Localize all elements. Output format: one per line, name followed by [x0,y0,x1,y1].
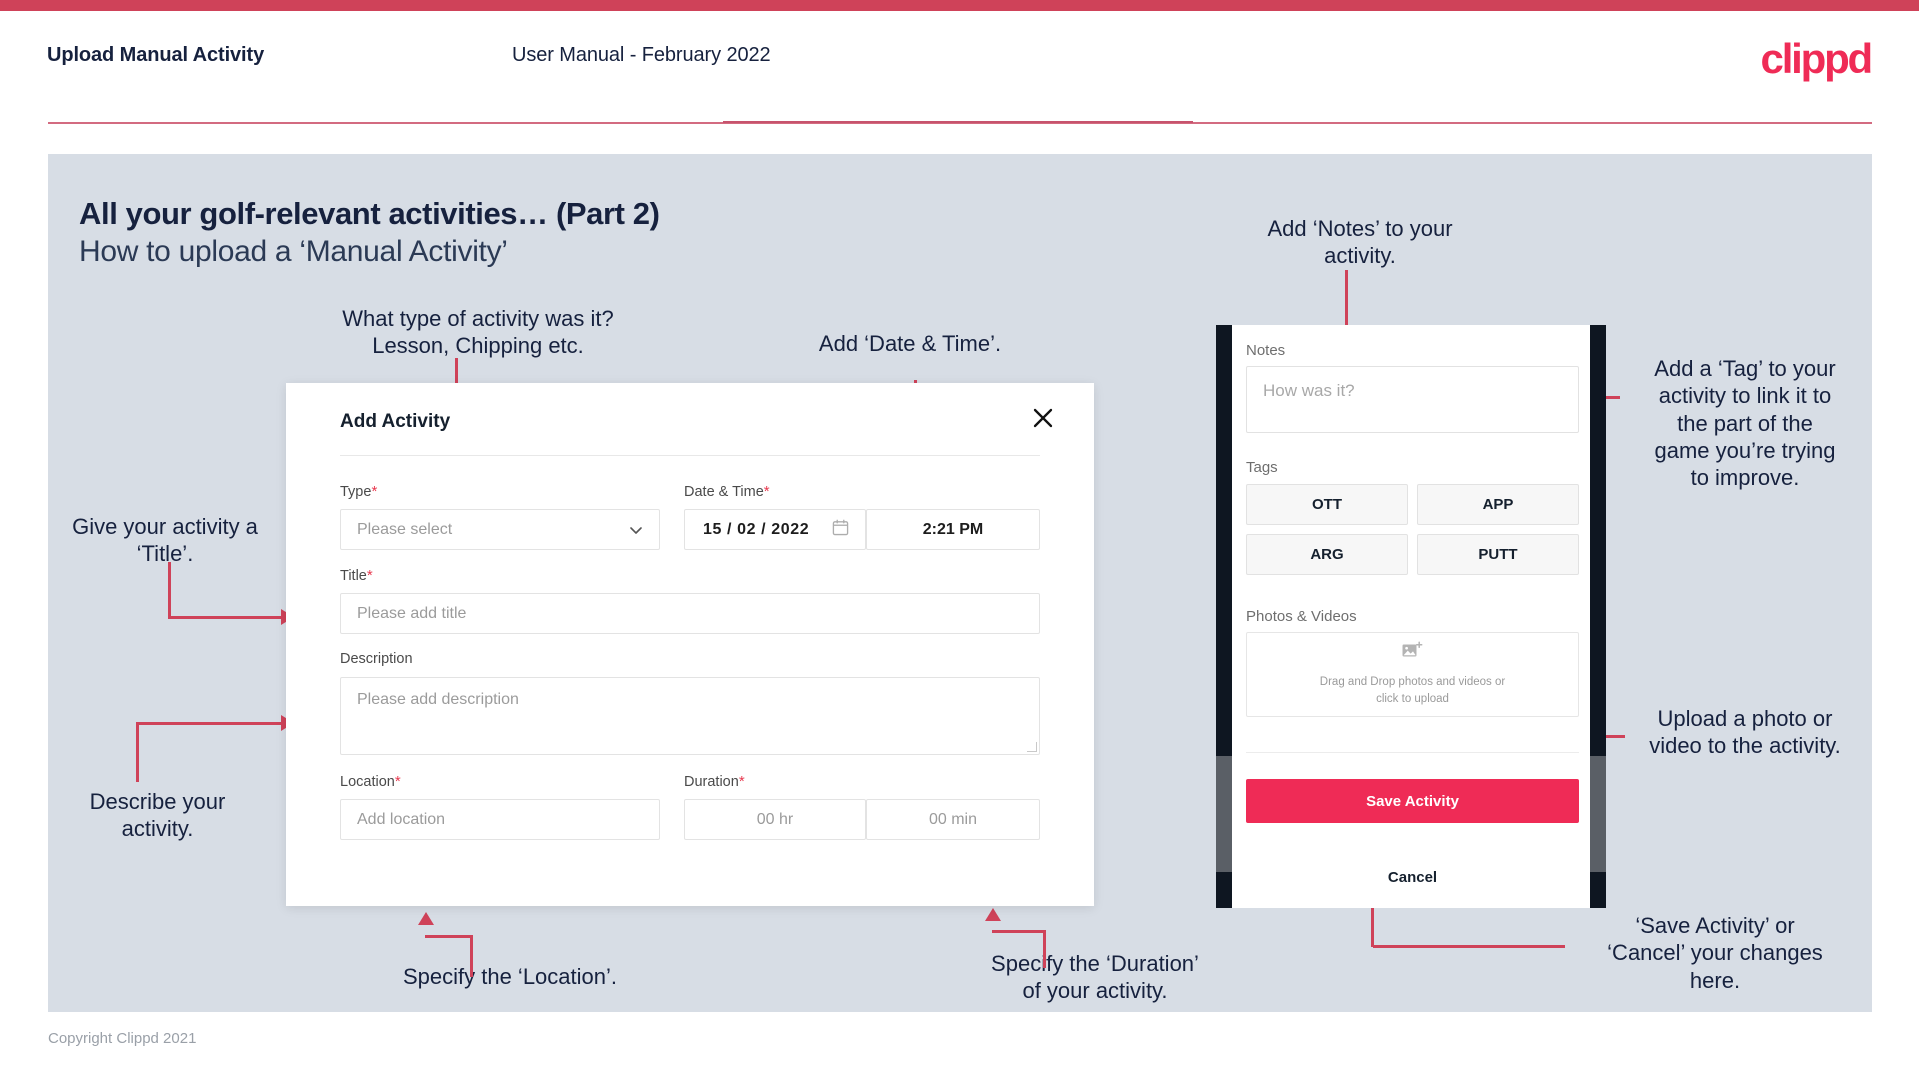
annotation-description: Describe your activity. [89,789,226,842]
type-label-text: Type [340,484,372,500]
top-accent-bar [0,0,1919,11]
type-select[interactable]: Please select [340,509,660,550]
copyright-text: Copyright Clippd 2021 [48,1030,197,1047]
notes-label: Notes [1246,342,1286,359]
date-value: 15 / 02 / 2022 [703,520,810,538]
slide-subheading: How to upload a ‘Manual Activity’ [79,235,508,268]
duration-label-text: Duration [684,774,739,790]
location-label: Location* [340,773,401,790]
chevron-down-icon [629,523,643,537]
close-icon[interactable] [1026,401,1060,435]
description-placeholder: Please add description [357,691,519,708]
photos-label: Photos & Videos [1246,608,1357,625]
annotation-datetime: Add ‘Date & Time’. [818,331,1002,356]
image-add-icon [1402,641,1423,665]
annotation-save-cancel: ‘Save Activity’ or ‘Cancel’ your changes h… [1607,913,1823,993]
dialog-title: Add Activity [340,411,451,432]
type-required-mark: * [371,483,378,500]
photo-dropzone[interactable]: Drag and Drop photos and videos or click… [1246,632,1579,717]
title-input[interactable]: Please add title [340,593,1040,634]
annotation-type: What type of activity was it? Lesson, Chi… [342,306,614,359]
notes-textarea[interactable]: How was it? [1246,366,1579,433]
title-label-text: Title [340,568,367,584]
tag-putt[interactable]: PUTT [1417,534,1579,575]
connector-dur-h [992,930,1046,933]
clippd-logo: clippd [1760,35,1874,82]
phone-bezel-right-lower [1590,756,1606,872]
connector-save-h [1373,945,1565,948]
duration-label: Duration* [684,773,745,790]
save-activity-button[interactable]: Save Activity [1246,779,1579,823]
connector-title-h [168,616,283,619]
manual-subtitle: User Manual - February 2022 [512,44,771,66]
cancel-label: Cancel [1387,869,1438,886]
cancel-button[interactable]: Cancel [1246,869,1579,886]
description-textarea[interactable]: Please add description [340,677,1040,755]
annotation-upload: Upload a photo or video to the activity. [1649,706,1841,759]
resize-handle-icon[interactable] [1027,742,1037,752]
phone-bezel-left-lower [1216,756,1232,872]
dropzone-line1: Drag and Drop photos and videos or [1319,676,1506,689]
title-required-mark: * [366,567,373,584]
location-label-text: Location [340,774,395,790]
tag-ott[interactable]: OTT [1246,484,1408,525]
add-activity-dialog: Add Activity Type* Please select Date & … [286,383,1094,906]
datetime-required-mark: * [763,483,770,500]
tags-label: Tags [1246,459,1278,476]
location-required-mark: * [394,773,401,790]
slide-heading: All your golf-relevant activities… (Part… [79,196,660,231]
annotation-title: Give your activity a ‘Title’. [72,514,258,567]
type-label: Type* [340,483,377,500]
connector-dur-arrow [985,908,1001,921]
connector-loc-arrow [418,912,434,925]
connector-title-v [168,562,171,618]
annotation-notes: Add ‘Notes’ to your activity. [1267,216,1453,269]
title-label: Title* [340,567,373,584]
duration-minutes-placeholder: 00 min [928,810,978,828]
connector-dur-v [1043,930,1046,968]
dialog-divider [340,455,1040,456]
time-value: 2:21 PM [922,520,984,538]
save-activity-label: Save Activity [1366,792,1459,810]
annotation-tag: Add a ‘Tag’ to your activity to link it t… [1654,356,1836,491]
phone-divider [1246,752,1579,753]
connector-loc-h [425,935,473,938]
page-title: Upload Manual Activity [47,44,265,66]
connector-desc-v [136,724,139,782]
connector-desc-h [136,722,284,725]
dropzone-text: Drag and Drop photos and videos or click… [1320,674,1505,707]
tag-ott-label: OTT [1312,496,1342,513]
duration-minutes-input[interactable]: 00 min [866,799,1040,840]
annotation-duration: Specify the ‘Duration’ of your activity. [991,951,1199,1004]
tag-arg[interactable]: ARG [1246,534,1408,575]
calendar-icon[interactable] [832,519,849,541]
header-divider-accent [723,121,1193,123]
datetime-label: Date & Time* [684,483,770,500]
tag-putt-label: PUTT [1478,546,1518,563]
type-placeholder: Please select [357,520,453,538]
duration-required-mark: * [738,773,745,790]
datetime-label-text: Date & Time [684,484,764,500]
tag-app-label: APP [1482,496,1514,513]
date-input[interactable]: 15 / 02 / 2022 [684,509,866,550]
time-input[interactable]: 2:21 PM [866,509,1040,550]
duration-hours-input[interactable]: 00 hr [684,799,866,840]
connector-notes-v1 [1345,270,1348,328]
description-label-text: Description [340,651,413,667]
tag-app[interactable]: APP [1417,484,1579,525]
duration-hours-placeholder: 00 hr [756,810,794,828]
notes-placeholder: How was it? [1263,381,1355,400]
description-label: Description [340,651,413,667]
dropzone-line2: click to upload [1376,693,1449,705]
location-input[interactable]: Add location [340,799,660,840]
connector-loc-v [470,935,473,977]
slide-page: Upload Manual Activity User Manual - Feb… [0,0,1919,1079]
tag-arg-label: ARG [1310,546,1344,563]
title-placeholder: Please add title [357,604,467,622]
location-placeholder: Add location [357,810,446,828]
annotation-location: Specify the ‘Location’. [402,964,618,989]
